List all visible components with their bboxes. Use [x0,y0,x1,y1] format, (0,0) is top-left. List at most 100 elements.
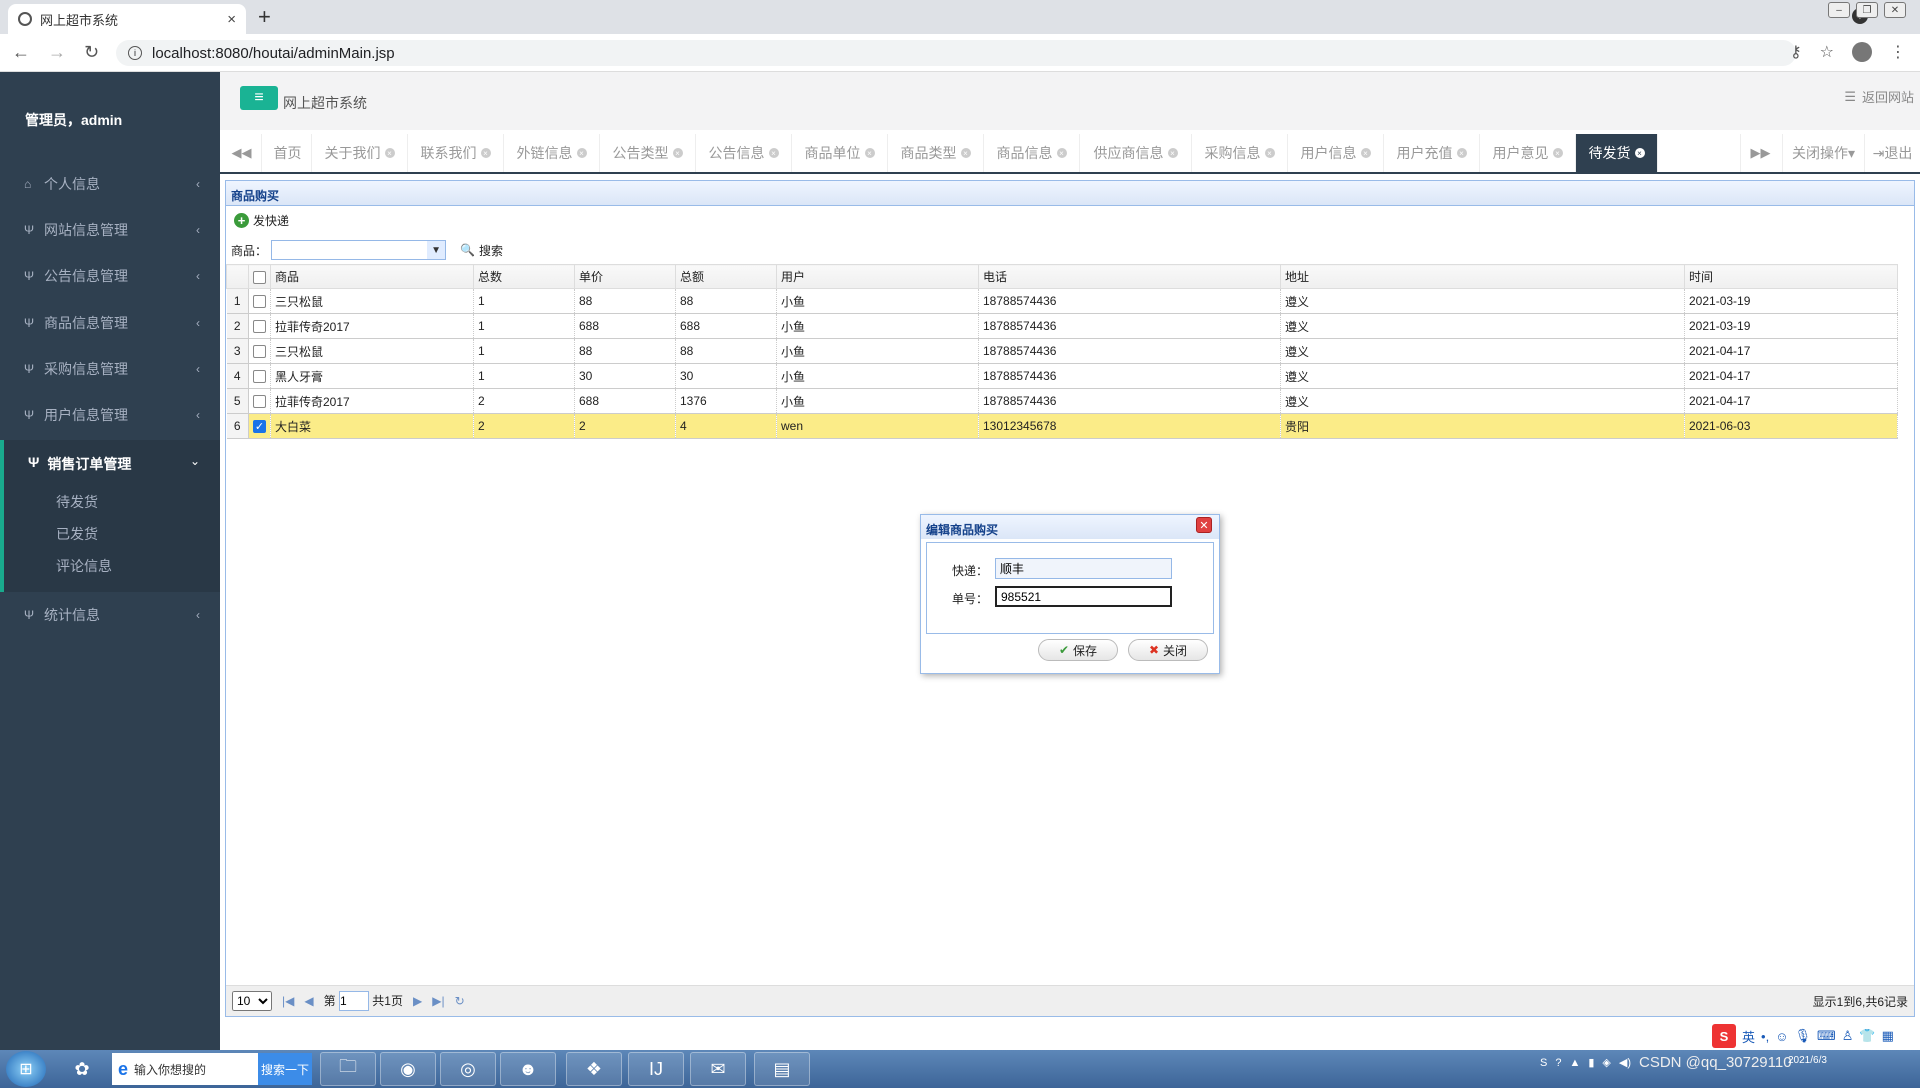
tray-help-icon[interactable]: ? [1555,1057,1561,1069]
back-icon[interactable]: ← [12,42,30,63]
dialog-close-icon[interactable]: ✕ [1196,517,1212,533]
page-tab[interactable]: 外链信息 × [504,134,600,172]
close-tab-icon[interactable]: × [576,148,587,158]
tray-battery-icon[interactable]: ▮ [1588,1056,1594,1069]
mic-icon[interactable]: 🎙 [1794,1028,1811,1044]
page-size-select[interactable]: 10 [232,991,272,1011]
tray-volume-icon[interactable]: ◀) [1619,1056,1631,1069]
sidebar-item-notice[interactable]: Ψ 公告信息管理 ‹ [0,253,220,299]
profile-avatar-icon[interactable] [1852,42,1872,62]
app-icon[interactable]: ✿ [56,1052,108,1086]
close-tab-icon[interactable]: × [768,148,779,158]
sidebar-subitem-comments[interactable]: 评论信息 [56,556,112,576]
tabs-scroll-left-icon[interactable]: ◀◀ [222,134,262,172]
logout-button[interactable]: ⇥ 退出 [1864,134,1920,172]
page-tab[interactable]: 首页 [264,134,312,172]
reload-icon[interactable]: ↻ [84,42,99,63]
tabs-scroll-right-icon[interactable]: ▶▶ [1740,134,1780,172]
sidebar-subitem-pending[interactable]: 待发货 [56,492,98,512]
checkbox-icon[interactable] [253,370,266,384]
grid-icon[interactable]: ▦ [1882,1028,1894,1044]
close-operations-dropdown[interactable]: 关闭操作 ▾ [1782,134,1864,172]
checkbox-icon[interactable] [253,295,266,309]
prev-page-icon[interactable]: ◀ [304,994,313,1008]
close-tab-icon[interactable]: × [227,11,236,28]
checkbox-icon[interactable] [253,345,266,359]
page-tab[interactable]: 联系我们 × [408,134,504,172]
row-checkbox[interactable]: ✓ [248,413,271,439]
folder-app-icon[interactable]: ❖ [566,1052,622,1086]
close-tab-icon[interactable]: × [672,148,683,158]
start-button[interactable]: ⊞ [6,1051,46,1087]
page-tab[interactable]: 商品类型 × [888,134,984,172]
wechat-icon[interactable]: ✉ [690,1052,746,1086]
close-tab-icon[interactable]: × [1552,148,1563,158]
refresh-icon[interactable]: ↻ [455,994,465,1008]
page-tab[interactable]: 供应商信息 × [1080,134,1192,172]
browser-tab[interactable]: 网上超市系统 × [8,4,246,34]
taskbar-search-field[interactable]: e 输入你想搜的 [112,1053,258,1085]
table-row[interactable]: 6 ✓ 大白菜 2 2 4 wen 13012345678 贵阳 2021-06-03 [226,413,1898,439]
first-page-icon[interactable]: |◀ [282,994,294,1008]
page-tab[interactable]: 采购信息 × [1192,134,1288,172]
page-tab[interactable]: 待发货 × [1576,134,1658,172]
ime-language[interactable]: 英 [1742,1027,1755,1046]
page-number-input[interactable] [338,991,369,1011]
ime-punct-icon[interactable]: •, [1761,1029,1769,1044]
page-tab[interactable]: 用户充值 × [1384,134,1480,172]
column-header[interactable]: 总额 [675,264,777,289]
column-header[interactable]: 时间 [1684,264,1898,289]
table-row[interactable]: 1 三只松鼠 1 88 88 小鱼 18788574436 遵义 2021-03-19 [226,288,1898,314]
chevron-down-icon[interactable]: ▼ [427,241,446,259]
firefox-icon[interactable]: ◉ [380,1052,436,1086]
sidebar-item-purchase[interactable]: Ψ 采购信息管理 ‹ [0,346,220,392]
ship-button[interactable]: 发快递 [253,212,289,229]
close-tab-icon[interactable]: × [1456,148,1467,158]
table-row[interactable]: 5 拉菲传奇2017 2 688 1376 小鱼 18788574436 遵义 2021-04-… [226,388,1898,414]
taskbar-search-button[interactable]: 搜索一下 [258,1053,312,1085]
close-tab-icon[interactable]: × [864,148,875,158]
emoji-icon[interactable]: ☺ [1775,1029,1788,1044]
close-tab-icon[interactable]: × [384,148,395,158]
row-checkbox[interactable] [248,313,271,339]
keyboard-icon[interactable]: ⌨ [1817,1028,1836,1044]
column-header[interactable]: 商品 [270,264,474,289]
checkbox-icon[interactable] [253,320,266,334]
skin-icon[interactable]: 👕 [1859,1028,1875,1044]
tray-arrow-icon[interactable]: ▲ [1569,1057,1580,1069]
page-tab[interactable]: 商品单位 × [792,134,888,172]
page-tab[interactable]: 用户信息 × [1288,134,1384,172]
row-checkbox[interactable] [248,288,271,314]
row-checkbox[interactable] [248,388,271,414]
table-row[interactable]: 3 三只松鼠 1 88 88 小鱼 18788574436 遵义 2021-04-17 [226,338,1898,364]
next-page-icon[interactable]: ▶ [413,994,422,1008]
back-to-site-link[interactable]: ☰ 返回网站 [1844,87,1914,106]
close-window-icon[interactable]: ✕ [1884,2,1906,18]
tray-sogou-icon[interactable]: S [1540,1057,1547,1069]
user-icon[interactable]: ♙ [1842,1028,1854,1044]
sidebar-subitem-shipped[interactable]: 已发货 [56,524,98,544]
column-header[interactable]: 电话 [978,264,1281,289]
close-button[interactable]: ✖ 关闭 [1128,639,1208,661]
sidebar-item-goods[interactable]: Ψ 商品信息管理 ‹ [0,300,220,346]
page-tab[interactable]: 关于我们 × [312,134,408,172]
sidebar-item-statistics[interactable]: Ψ 统计信息 ‹ [0,592,220,638]
column-header[interactable]: 总数 [473,264,575,289]
close-tab-icon[interactable]: × [1360,148,1371,158]
sidebar-item-personal-info[interactable]: ⌂ 个人信息 ‹ [0,161,220,207]
page-tab[interactable]: 公告信息 × [696,134,792,172]
row-checkbox[interactable] [248,338,271,364]
chrome-icon[interactable]: ◎ [440,1052,496,1086]
site-info-icon[interactable]: i [128,46,142,60]
bookmark-star-icon[interactable]: ☆ [1820,42,1834,62]
sidebar-item-site-info[interactable]: Ψ 网站信息管理 ‹ [0,207,220,253]
page-tab[interactable]: 商品信息 × [984,134,1080,172]
courier-input[interactable] [995,558,1172,579]
page-tab[interactable]: 公告类型 × [600,134,696,172]
table-row[interactable]: 2 拉菲传奇2017 1 688 688 小鱼 18788574436 遵义 2021-03-1… [226,313,1898,339]
restore-icon[interactable]: ❐ [1856,2,1878,18]
search-button[interactable]: 🔍 搜索 [460,242,503,259]
column-header[interactable]: 单价 [574,264,676,289]
checked-checkbox-icon[interactable]: ✓ [253,420,266,434]
close-tab-icon[interactable]: × [1634,148,1645,158]
